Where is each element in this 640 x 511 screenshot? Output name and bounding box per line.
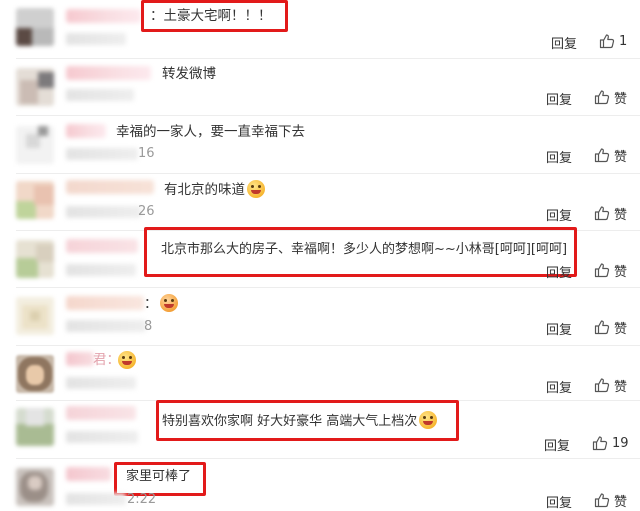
comment-row: ：土豪大宅啊！！！ 回复 1 xyxy=(0,0,640,58)
highlight-box xyxy=(114,462,206,496)
username[interactable] xyxy=(66,352,94,366)
avatar[interactable] xyxy=(16,468,54,506)
username[interactable] xyxy=(66,296,144,310)
thumbs-up-icon xyxy=(594,319,610,335)
comment-row: 家里可棒了 2:22 回复 赞 xyxy=(0,459,640,511)
avatar[interactable] xyxy=(16,355,54,393)
grinning-emoji-icon xyxy=(118,351,136,369)
like-count: 赞 xyxy=(614,149,628,165)
thumbs-up-icon xyxy=(594,377,610,393)
thumbs-up-icon xyxy=(594,89,610,105)
highlight-box xyxy=(156,400,459,441)
avatar[interactable] xyxy=(16,240,54,278)
like-button[interactable]: 19 xyxy=(592,434,629,452)
comment-text-content: 有北京的味道 xyxy=(164,182,245,198)
like-button[interactable]: 赞 xyxy=(594,88,628,107)
reply-button[interactable]: 回复 xyxy=(546,262,572,281)
username[interactable] xyxy=(66,66,151,80)
avatar[interactable] xyxy=(16,408,54,446)
timestamp-fragment: 8 xyxy=(144,319,153,334)
comment-text: 转发微博 xyxy=(162,66,216,82)
thumbs-up-icon xyxy=(594,262,610,278)
avatar[interactable] xyxy=(16,8,54,46)
comment-text-content: ： xyxy=(144,296,158,312)
avatar[interactable] xyxy=(16,181,54,219)
comment-row: 特别喜欢你家啊 好大好豪华 高端大气上档次 回复 19 xyxy=(0,400,640,458)
avatar[interactable] xyxy=(16,126,54,164)
highlight-box xyxy=(144,227,577,277)
comment-text: 幸福的一家人，要一直幸福下去 xyxy=(116,124,305,140)
like-count: 1 xyxy=(619,33,628,49)
laughing-emoji-icon xyxy=(247,180,265,198)
reply-button[interactable]: 回复 xyxy=(546,319,572,338)
like-count: 赞 xyxy=(614,264,628,280)
kissing-emoji-icon xyxy=(159,294,178,312)
like-count: 赞 xyxy=(614,321,628,337)
reply-button[interactable]: 回复 xyxy=(546,147,572,166)
timestamp xyxy=(66,33,126,45)
username[interactable] xyxy=(66,406,136,420)
avatar[interactable] xyxy=(16,297,54,335)
comment-row: ： 8 回复 赞 xyxy=(0,288,640,345)
like-count: 赞 xyxy=(614,91,628,107)
reply-button[interactable]: 回复 xyxy=(544,435,570,454)
thumbs-up-icon xyxy=(594,205,610,221)
timestamp xyxy=(66,264,136,276)
like-button[interactable]: 赞 xyxy=(594,204,628,223)
username[interactable] xyxy=(66,467,111,481)
avatar[interactable] xyxy=(16,68,54,106)
timestamp-fragment: 26 xyxy=(138,204,155,219)
comment-row: 有北京的味道 26 回复 赞 xyxy=(0,174,640,230)
timestamp-fragment: 16 xyxy=(138,146,155,161)
comment-row: 君： 回复 赞 xyxy=(0,346,640,400)
timestamp xyxy=(66,148,138,160)
timestamp xyxy=(66,493,126,505)
timestamp xyxy=(66,377,136,389)
comment-text: 有北京的味道 xyxy=(164,180,265,199)
thumbs-up-icon xyxy=(592,435,608,451)
reply-button[interactable]: 回复 xyxy=(546,205,572,224)
comment-row: 北京市那么大的房子、幸福啊！多少人的梦想啊~~小林哥[呵呵][呵呵] 回复 赞 xyxy=(0,227,640,287)
thumbs-up-icon xyxy=(594,147,610,163)
username[interactable] xyxy=(66,124,106,138)
like-count: 赞 xyxy=(614,494,628,510)
timestamp xyxy=(66,320,146,332)
like-count: 赞 xyxy=(614,207,628,223)
like-button[interactable]: 赞 xyxy=(594,491,628,510)
reply-button[interactable]: 回复 xyxy=(546,89,572,108)
like-button[interactable]: 赞 xyxy=(594,261,628,280)
reply-button[interactable]: 回复 xyxy=(546,492,572,511)
reply-button[interactable]: 回复 xyxy=(551,33,577,52)
like-button[interactable]: 赞 xyxy=(594,376,628,395)
timestamp-fragment: 2:22 xyxy=(127,492,157,507)
comment-text: ： xyxy=(144,294,178,313)
timestamp xyxy=(66,89,134,101)
timestamp xyxy=(66,431,138,443)
comment-text xyxy=(116,351,136,370)
like-count: 19 xyxy=(612,435,629,451)
comment-row: 转发微博 回复 赞 xyxy=(0,59,640,115)
username[interactable] xyxy=(66,9,141,23)
timestamp xyxy=(66,206,141,218)
thumbs-up-icon xyxy=(599,33,615,49)
like-button[interactable]: 赞 xyxy=(594,146,628,165)
username[interactable] xyxy=(66,239,138,253)
comment-row: 幸福的一家人，要一直幸福下去 16 回复 赞 xyxy=(0,116,640,173)
highlight-box xyxy=(141,0,288,32)
like-button[interactable]: 1 xyxy=(599,32,627,50)
username[interactable] xyxy=(66,180,154,194)
like-count: 赞 xyxy=(614,379,628,395)
reply-button[interactable]: 回复 xyxy=(546,377,572,396)
like-button[interactable]: 赞 xyxy=(594,318,628,337)
